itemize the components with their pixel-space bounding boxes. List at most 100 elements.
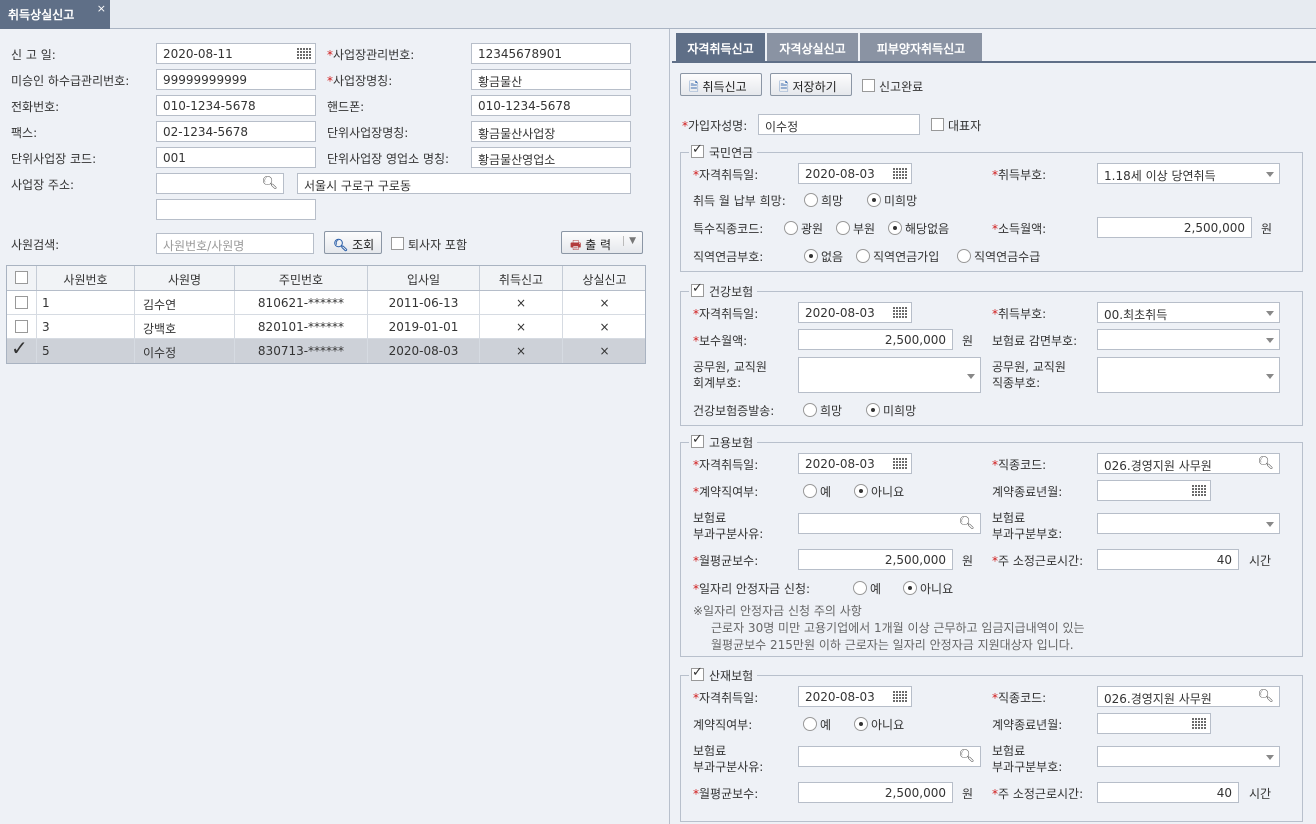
search-icon[interactable]: 🔍︎ (958, 516, 975, 531)
emp-avg-label: 월평균보수: (693, 552, 758, 569)
search-icon[interactable]: 🔍︎ (1257, 456, 1274, 471)
ind-cat-select[interactable] (1097, 746, 1280, 767)
select-all-checkbox[interactable] (15, 271, 28, 284)
calendar-icon[interactable] (893, 691, 907, 703)
income-field[interactable]: 2,500,000 (1097, 217, 1252, 238)
col-header-rrn[interactable]: 주민번호 (235, 266, 368, 290)
mobile-field[interactable]: 010-1234-5678 (471, 95, 631, 116)
report-done-checkbox[interactable] (862, 79, 875, 92)
calendar-icon[interactable] (893, 168, 907, 180)
unit-name-field[interactable]: 황금물산사업장 (471, 121, 631, 142)
calendar-icon[interactable] (893, 458, 907, 470)
stab-yes-radio[interactable] (853, 581, 867, 595)
cell-acq: × (480, 339, 563, 363)
tab-loss[interactable]: 자격상실신고 (767, 33, 858, 61)
emp-avg-field[interactable]: 2,500,000 (798, 549, 953, 570)
search-icon[interactable]: 🔍︎ (1257, 689, 1274, 704)
include-retired-checkbox[interactable] (391, 237, 404, 250)
ind-job-code-field[interactable]: 026.경영지원 사무원 🔍︎ (1097, 686, 1280, 707)
address-extra-field[interactable] (156, 199, 316, 220)
occ-receive-radio[interactable] (957, 249, 971, 263)
emp-contract-no-radio[interactable] (854, 484, 868, 498)
col-header-name[interactable]: 사원명 (135, 266, 235, 290)
health-acq-code-select[interactable]: 00.최초취득 (1097, 302, 1280, 323)
emp-acq-date-field[interactable]: 2020-08-03 (798, 453, 912, 474)
calendar-icon[interactable] (1192, 718, 1206, 730)
acquisition-form: 🗎︎ 취득신고 🗎︎ 저장하기 신고완료 가입자성명: 이수정 대표자 국민연금… (672, 61, 1316, 824)
ind-end-field[interactable] (1097, 713, 1211, 734)
save-button[interactable]: 🗎︎ 저장하기 (770, 73, 852, 96)
col-header-loss[interactable]: 상실신고 (563, 266, 646, 290)
calendar-icon[interactable] (893, 307, 907, 319)
search-button[interactable]: 🔍︎ 조회 (324, 231, 382, 254)
col-header-acq[interactable]: 취득신고 (480, 266, 563, 290)
emp-cat-select[interactable] (1097, 513, 1280, 534)
card-no-hope-radio[interactable] (866, 403, 880, 417)
phone-field[interactable]: 010-1234-5678 (156, 95, 316, 116)
fax-field[interactable]: 02-1234-5678 (156, 121, 316, 142)
print-button[interactable]: 🖶︎ 출 력 ▼ (561, 231, 643, 254)
emp-hours-field[interactable]: 40 (1097, 549, 1239, 570)
pay-no-hope-radio[interactable] (867, 193, 881, 207)
employment-checkbox[interactable] (691, 432, 704, 448)
special-none-radio[interactable] (888, 221, 902, 235)
ind-contract-yes-radio[interactable] (803, 717, 817, 731)
calendar-icon[interactable] (297, 48, 311, 60)
sub-contract-field[interactable]: 99999999999 (156, 69, 316, 90)
pension-acq-date-field[interactable]: 2020-08-03 (798, 163, 912, 184)
chevron-down-icon[interactable]: ▼ (623, 236, 636, 246)
unit-code-field[interactable]: 001 (156, 147, 316, 168)
job-code-select[interactable] (1097, 357, 1280, 393)
col-header-join[interactable]: 입사일 (368, 266, 480, 290)
emp-end-field[interactable] (1097, 480, 1211, 501)
reduce-select[interactable] (1097, 329, 1280, 350)
industrial-checkbox[interactable] (691, 665, 704, 681)
wage-field[interactable]: 2,500,000 (798, 329, 953, 350)
card-hope-radio[interactable] (803, 403, 817, 417)
tab-acquisition[interactable]: 자격취득신고 (676, 33, 765, 61)
miner-radio[interactable] (784, 221, 798, 235)
table-row[interactable]: 1 김수연 810621-****** 2011-06-13 × × (7, 291, 645, 315)
check-icon[interactable]: ✓ (11, 339, 28, 360)
health-checkbox[interactable] (691, 281, 704, 297)
pay-hope-radio[interactable] (804, 193, 818, 207)
row-checkbox[interactable] (15, 296, 28, 309)
row-checkbox[interactable] (15, 320, 28, 333)
ind-avg-field[interactable]: 2,500,000 (798, 782, 953, 803)
emp-search-input[interactable]: 사원번호/사원명 (156, 233, 314, 254)
subscriber-field[interactable]: 이수정 (758, 114, 920, 135)
table-row[interactable]: 3 강백호 820101-****** 2019-01-01 × × (7, 315, 645, 339)
search-icon[interactable]: 🔍︎ (958, 749, 975, 764)
occ-join-radio[interactable] (856, 249, 870, 263)
acq-report-button[interactable]: 🗎︎ 취득신고 (680, 73, 762, 96)
biz-name-field[interactable]: 황금물산 (471, 69, 631, 90)
ind-reason-field[interactable]: 🔍︎ (798, 746, 981, 767)
representative-checkbox[interactable] (931, 118, 944, 131)
calendar-icon[interactable] (1192, 485, 1206, 497)
biz-mgmt-no-field[interactable]: 12345678901 (471, 43, 631, 64)
ind-hours-field[interactable]: 40 (1097, 782, 1239, 803)
zipcode-search-field[interactable]: 🔍︎ (156, 173, 284, 194)
table-row-selected[interactable]: ✓ 5 이수정 830713-****** 2020-08-03 × × (7, 339, 645, 363)
pension-acq-code-select[interactable]: 1.18세 이상 당연취득 (1097, 163, 1280, 184)
col-header-empno[interactable]: 사원번호 (37, 266, 135, 290)
stab-no-radio[interactable] (903, 581, 917, 595)
acct-select[interactable] (798, 357, 981, 393)
doc-tab-acquisition-loss[interactable]: 취득상실신고 × (0, 0, 110, 29)
search-icon[interactable]: 🔍︎ (261, 176, 278, 191)
ind-hours-unit: 시간 (1249, 787, 1272, 801)
sailor-radio[interactable] (836, 221, 850, 235)
occ-none-radio[interactable] (804, 249, 818, 263)
emp-reason-field[interactable]: 🔍︎ (798, 513, 981, 534)
report-date-field[interactable]: 2020-08-11 (156, 43, 316, 64)
address-detail-field[interactable]: 서울시 구로구 구로동 (297, 173, 631, 194)
health-acq-date-field[interactable]: 2020-08-03 (798, 302, 912, 323)
tab-dependent[interactable]: 피부양자취득신고 (860, 33, 982, 61)
emp-job-code-field[interactable]: 026.경영지원 사무원 🔍︎ (1097, 453, 1280, 474)
ind-acq-date-field[interactable]: 2020-08-03 (798, 686, 912, 707)
ind-contract-no-radio[interactable] (854, 717, 868, 731)
close-icon[interactable]: × (97, 2, 106, 15)
emp-contract-yes-radio[interactable] (803, 484, 817, 498)
pension-checkbox[interactable] (691, 142, 704, 158)
unit-office-name-field[interactable]: 황금물산영업소 (471, 147, 631, 168)
